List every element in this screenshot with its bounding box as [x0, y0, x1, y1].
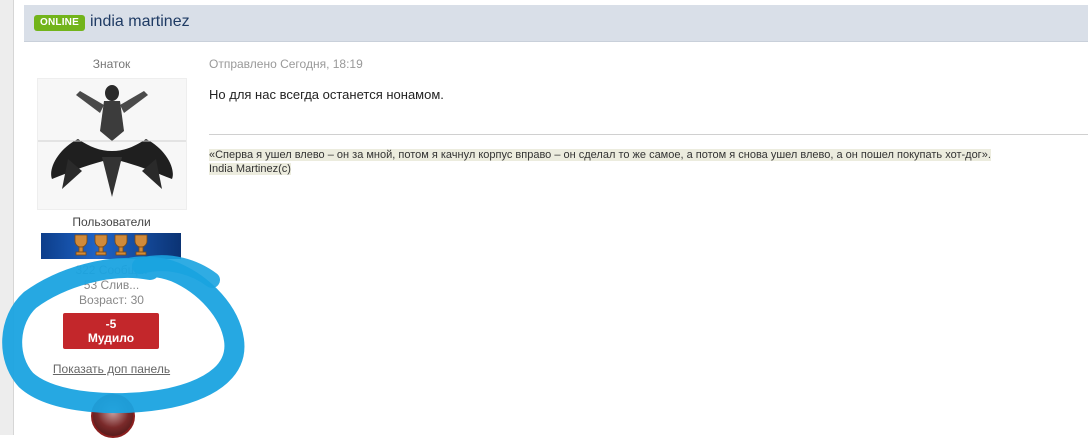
online-badge: ONLINE [34, 15, 85, 31]
avatar[interactable] [37, 78, 187, 210]
user-group: Пользователи [72, 215, 151, 229]
post-count: 322 Сообщ... [75, 263, 148, 277]
left-rail [0, 0, 14, 435]
username-link[interactable]: india martinez [90, 13, 190, 31]
trophy-icons [74, 234, 148, 256]
signature-author: India Martinez(c) [209, 163, 291, 175]
reputation-points: 53 Слив... [83, 278, 140, 292]
reputation-label: Мудило [87, 331, 135, 345]
signature-quote: «Сперва я ушел влево – он за мной, потом… [209, 149, 991, 161]
user-avatar-small[interactable] [91, 394, 135, 438]
post-body: Но для нас всегда останется нонамом. [209, 87, 444, 102]
post-timestamp: Отправлено Сегодня, 18:19 [209, 57, 363, 71]
winged-figure-avatar [38, 79, 186, 209]
reputation-badge[interactable]: -5 Мудило [63, 313, 159, 349]
awards-bar[interactable] [41, 233, 181, 259]
post-header: ONLINE india martinez [24, 5, 1088, 42]
user-rank: Знаток [92, 57, 131, 71]
user-age: Возраст: 30 [79, 293, 144, 307]
author-profile: Знаток Пользователи 322 Сообщ... 53 Слив… [24, 42, 199, 438]
show-extra-panel-link[interactable]: Показать доп панель [24, 362, 199, 376]
reputation-value: -5 [105, 317, 117, 331]
signature: «Сперва я ушел влево – он за мной, потом… [209, 148, 991, 176]
signature-divider [209, 134, 1088, 135]
